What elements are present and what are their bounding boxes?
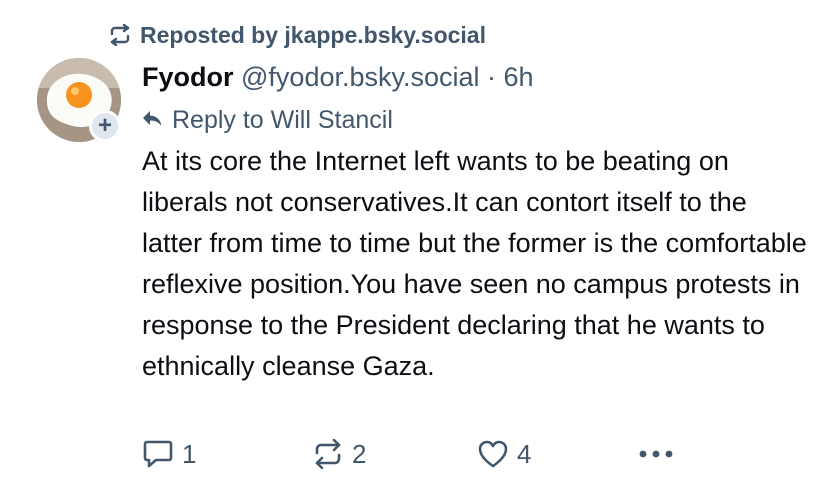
repost-button[interactable]: 2: [312, 434, 366, 474]
author-handle[interactable]: @fyodor.bsky.social: [241, 62, 480, 92]
post-time[interactable]: 6h: [504, 62, 534, 92]
repost-action-icon: [312, 439, 344, 469]
like-button[interactable]: 4: [477, 434, 531, 474]
follow-plus-button[interactable]: +: [89, 110, 121, 142]
author-name[interactable]: Fyodor: [142, 62, 234, 92]
reply-to-label: Reply to Will Stancil: [172, 106, 393, 134]
meta-separator: ·: [479, 62, 504, 92]
reply-button[interactable]: 1: [142, 434, 196, 474]
repost-icon: [108, 24, 132, 46]
more-options-button[interactable]: [638, 434, 674, 474]
repost-count: 2: [352, 438, 367, 469]
author-avatar[interactable]: +: [37, 58, 121, 142]
reply-count: 1: [182, 438, 197, 469]
heart-icon: [477, 439, 509, 469]
reposted-by[interactable]: Reposted by jkappe.bsky.social: [108, 18, 486, 52]
post-actions: 1 2 4: [142, 434, 702, 474]
like-count: 4: [517, 438, 532, 469]
reply-arrow-icon: [142, 102, 164, 138]
reposted-by-label: Reposted by jkappe.bsky.social: [140, 21, 486, 48]
more-icon: [638, 449, 674, 459]
comment-icon: [142, 439, 174, 469]
post-header: Fyodor @fyodor.bsky.social · 6h: [142, 58, 534, 96]
reply-context[interactable]: Reply to Will Stancil: [142, 102, 393, 138]
post-body: At its core the Internet left wants to b…: [142, 146, 807, 381]
